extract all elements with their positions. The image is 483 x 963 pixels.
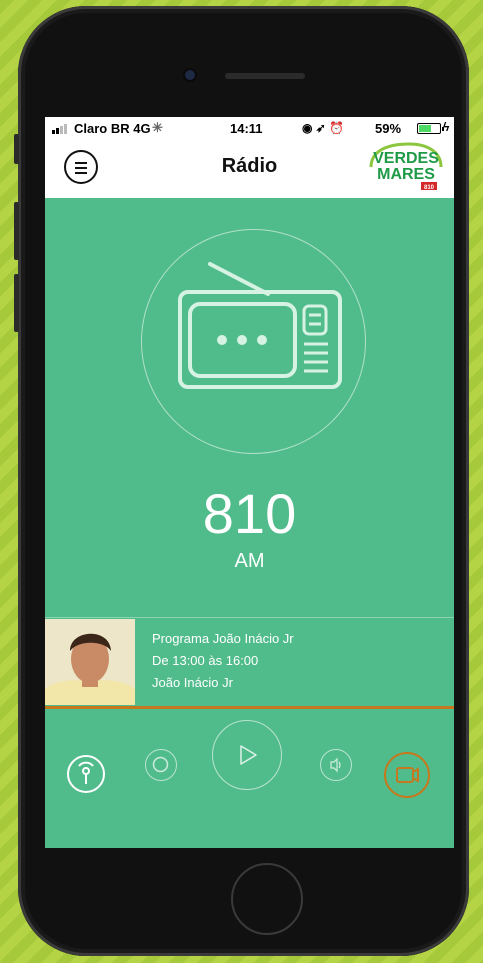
radio-icon <box>178 262 342 389</box>
live-broadcast-button[interactable] <box>67 755 105 793</box>
volume-button[interactable] <box>320 749 352 781</box>
play-icon <box>240 745 257 765</box>
status-time: 14:11 <box>230 121 263 136</box>
nav-bar: Rádio VERDES MARES 810 <box>45 141 454 198</box>
program-name: Programa João Inácio Jr <box>152 631 294 646</box>
camera-button[interactable] <box>384 752 430 798</box>
program-host: João Inácio Jr <box>152 675 233 690</box>
earpiece-speaker <box>225 73 305 79</box>
signal-icon <box>52 124 67 134</box>
activity-icon: ✳ <box>152 120 163 135</box>
mute-switch <box>14 134 19 164</box>
volume-icon <box>330 757 341 773</box>
volume-down-button <box>14 274 19 332</box>
progress-bar <box>45 706 454 709</box>
station-frequency: 810 <box>202 482 297 545</box>
app-screen: Claro BR 4G ✳ 14:11 ◉ ➶ ⏰ 59% ϟ Rádio VE… <box>45 117 454 848</box>
battery-percent: 59% <box>375 121 402 136</box>
svg-text:810: 810 <box>424 185 435 191</box>
volume-up-button <box>14 202 19 260</box>
program-schedule: De 13:00 às 16:00 <box>152 653 259 668</box>
play-button[interactable] <box>212 720 282 790</box>
program-text: Programa João Inácio Jr De 13:00 às 16:0… <box>152 628 294 694</box>
battery-icon <box>417 123 444 134</box>
front-camera <box>185 70 195 80</box>
camera-icon <box>396 767 419 783</box>
carrier-label: Claro BR 4G <box>74 121 151 136</box>
host-photo <box>45 619 135 705</box>
svg-text:VERDES: VERDES <box>373 150 439 167</box>
charging-icon: ϟ <box>443 120 450 134</box>
station-band: AM <box>234 550 265 572</box>
program-info: Programa João Inácio Jr De 13:00 às 16:0… <box>45 617 454 708</box>
record-button[interactable] <box>145 749 177 781</box>
svg-text:MARES: MARES <box>377 166 435 183</box>
status-bar: Claro BR 4G ✳ 14:11 ◉ ➶ ⏰ 59% ϟ <box>45 117 454 141</box>
status-icons: ◉ ➶ ⏰ <box>302 121 345 135</box>
live-broadcast-icon <box>78 761 94 784</box>
player-controls <box>45 720 454 817</box>
record-icon <box>152 756 169 773</box>
verdes-mares-logo: VERDES MARES 810 <box>369 142 443 191</box>
home-button[interactable] <box>231 863 303 935</box>
